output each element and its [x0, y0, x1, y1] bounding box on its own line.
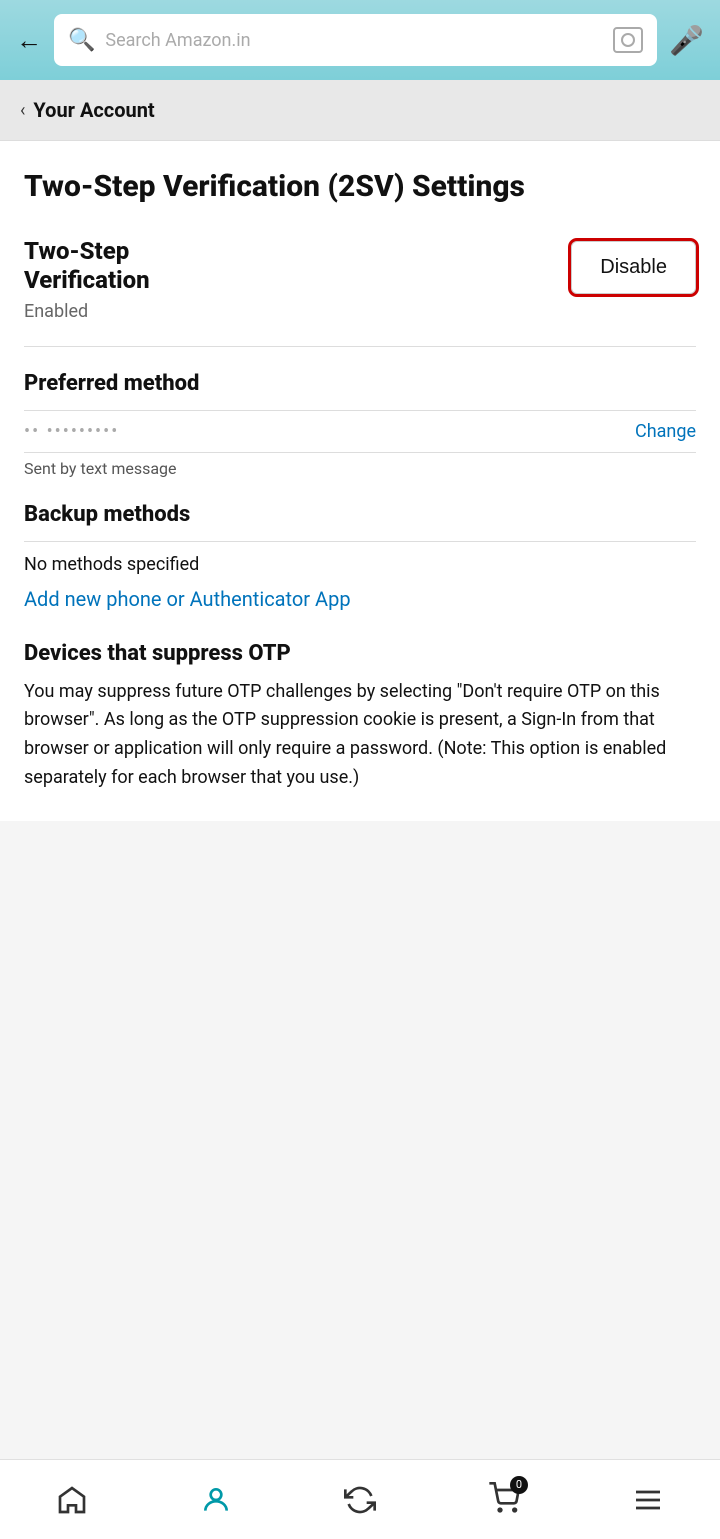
cart-badge-wrap: 0: [488, 1482, 520, 1518]
page-title: Two-Step Verification (2SV) Settings: [24, 169, 696, 205]
change-link[interactable]: Change: [635, 421, 696, 442]
nav-cart[interactable]: 0: [468, 1474, 540, 1526]
mic-icon[interactable]: 🎤: [669, 24, 704, 57]
preferred-method-row: •• ••••••••• Change: [24, 410, 696, 453]
phone-number-blurred: •• •••••••••: [24, 421, 119, 442]
refresh-icon: [344, 1484, 376, 1516]
tsv-status: Enabled: [24, 301, 150, 322]
camera-icon[interactable]: [613, 27, 643, 53]
tsv-label-group: Two-StepVerification Enabled: [24, 237, 150, 322]
tsv-label: Two-StepVerification: [24, 237, 150, 295]
otp-description: You may suppress future OTP challenges b…: [24, 678, 696, 793]
search-icon: 🔍: [68, 28, 95, 53]
preferred-method-title: Preferred method: [24, 371, 696, 396]
divider-1: [24, 346, 696, 347]
no-methods-text: No methods specified: [24, 541, 696, 575]
nav-returns[interactable]: [324, 1476, 396, 1524]
preferred-method-section: Preferred method •• ••••••••• Change Sen…: [24, 371, 696, 478]
breadcrumb-arrow-icon: ‹: [20, 100, 25, 121]
sent-by-text: Sent by text message: [24, 459, 696, 478]
search-placeholder-text: Search Amazon.in: [105, 30, 603, 51]
backup-methods-section: Backup methods No methods specified Add …: [24, 502, 696, 631]
otp-section-title: Devices that suppress OTP: [24, 641, 696, 666]
home-icon: [56, 1484, 88, 1516]
breadcrumb-label: Your Account: [33, 98, 154, 122]
nav-account[interactable]: [180, 1476, 252, 1524]
back-button[interactable]: ←: [16, 25, 42, 56]
nav-home[interactable]: [36, 1476, 108, 1524]
header: ← 🔍 Search Amazon.in 🎤: [0, 0, 720, 80]
disable-button[interactable]: Disable: [571, 241, 696, 294]
menu-icon: [632, 1484, 664, 1516]
person-icon: [200, 1484, 232, 1516]
backup-methods-title: Backup methods: [24, 502, 696, 527]
two-step-verification-row: Two-StepVerification Enabled Disable: [24, 237, 696, 322]
add-backup-link[interactable]: Add new phone or Authenticator App: [24, 587, 351, 611]
cart-count-badge: 0: [510, 1476, 528, 1494]
nav-menu[interactable]: [612, 1476, 684, 1524]
main-content: Two-Step Verification (2SV) Settings Two…: [0, 141, 720, 821]
otp-section: Devices that suppress OTP You may suppre…: [24, 641, 696, 793]
breadcrumb[interactable]: ‹ Your Account: [0, 80, 720, 141]
bottom-nav: 0: [0, 1459, 720, 1539]
search-bar[interactable]: 🔍 Search Amazon.in: [54, 14, 657, 66]
